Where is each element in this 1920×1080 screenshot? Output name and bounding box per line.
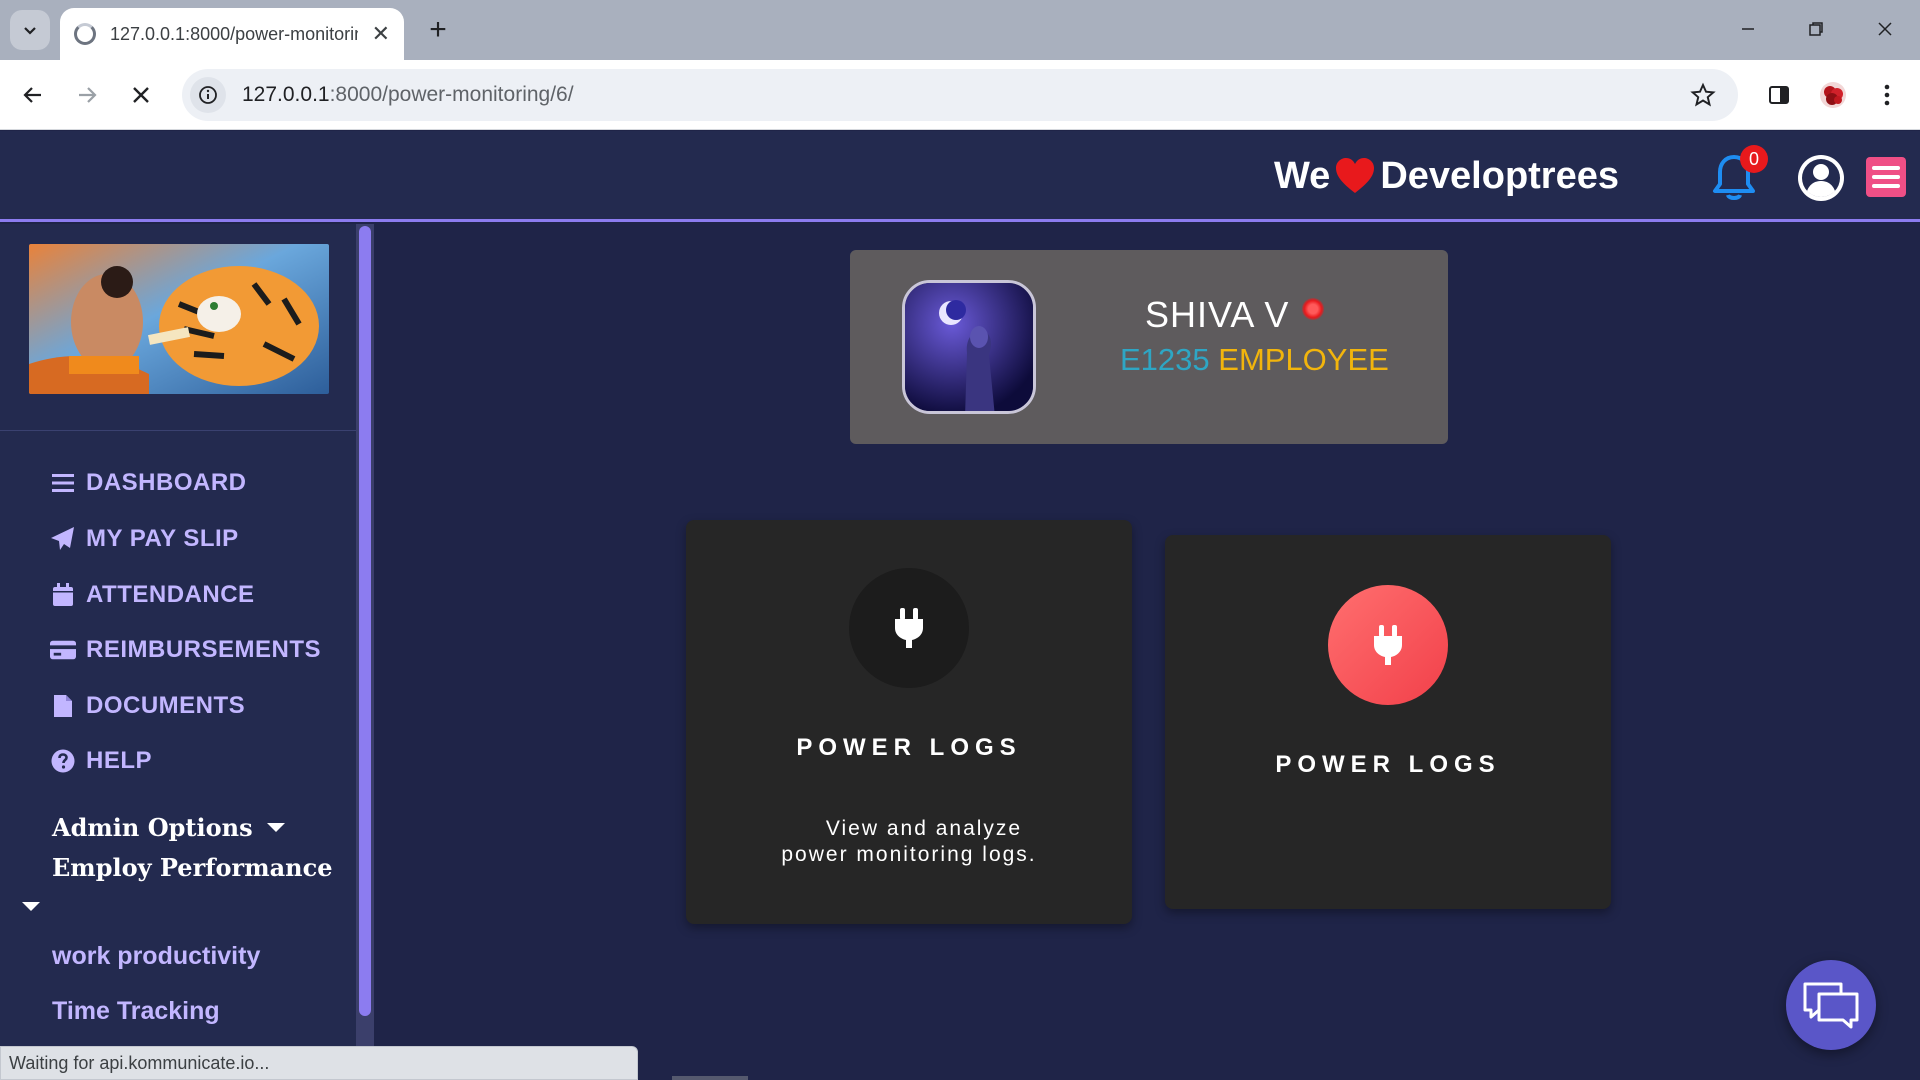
brand-right-text: Developtrees — [1380, 154, 1619, 197]
employee-avatar — [902, 280, 1036, 414]
credit-card-icon — [50, 637, 76, 663]
brand-left-text: We — [1274, 154, 1331, 197]
browser-tab[interactable]: 127.0.0.1:8000/power-monitoring/6/ ✕ — [60, 8, 404, 60]
employee-meta: E1235 EMPLOYEE — [1120, 342, 1389, 378]
card-description-line: View and analyze — [825, 817, 1023, 840]
employee-card: SHIVA V E1235 EMPLOYEE — [850, 250, 1448, 444]
card-description: View and analyze power monitoring logs. — [686, 816, 1132, 868]
employ-performance-label: Employ Performance — [52, 853, 333, 882]
time-tracking-link[interactable]: Time Tracking — [52, 997, 220, 1026]
site-info-icon[interactable] — [190, 77, 226, 113]
tab-close-icon[interactable]: ✕ — [372, 21, 390, 47]
status-indicator — [1302, 298, 1324, 320]
caret-down-icon — [266, 823, 285, 832]
bookmark-star-icon[interactable] — [1690, 82, 1716, 113]
sidebar-scrollbar-thumb[interactable] — [359, 226, 371, 1016]
loading-spinner-icon — [74, 23, 96, 45]
employee-id: E1235 — [1120, 342, 1210, 377]
sidebar-item-label: DASHBOARD — [86, 469, 247, 496]
url-path: :8000/power-monitoring/6/ — [329, 83, 574, 106]
notification-count-badge: 0 — [1740, 145, 1768, 173]
bars-icon — [50, 470, 76, 496]
menu-toggle-button[interactable] — [1866, 157, 1906, 197]
sidebar-profile-image — [29, 244, 329, 394]
employee-role: EMPLOYEE — [1218, 342, 1389, 377]
horizontal-scrollbar[interactable] — [672, 1076, 748, 1080]
sidebar-item-documents[interactable]: DOCUMENTS — [50, 686, 245, 726]
sidebar-item-dashboard[interactable]: DASHBOARD — [50, 463, 247, 503]
paper-plane-icon — [50, 526, 76, 552]
admin-options-toggle[interactable]: Admin Options — [52, 813, 285, 842]
power-logs-card[interactable]: POWER LOGS — [1165, 535, 1611, 909]
side-panel-icon[interactable] — [1762, 78, 1796, 112]
url-text: 127.0.0.1:8000/power-monitoring/6/ — [242, 83, 574, 107]
browser-status-bar: Waiting for api.kommunicate.io... — [0, 1046, 638, 1080]
admin-options-label: Admin Options — [52, 813, 253, 842]
sidebar-item-label: ATTENDANCE — [86, 581, 255, 608]
sidebar-item-my-pay-slip[interactable]: MY PAY SLIP — [50, 519, 239, 559]
minimize-icon[interactable] — [1733, 14, 1763, 44]
sidebar-item-reimbursements[interactable]: REIMBURSEMENTS — [50, 630, 321, 670]
sidebar-item-label: REIMBURSEMENTS — [86, 636, 322, 663]
sidebar-item-help[interactable]: HELP — [50, 741, 152, 781]
plug-icon — [1328, 585, 1448, 705]
arrow-right-icon — [79, 87, 97, 103]
power-logs-card[interactable]: POWER LOGS View and analyze power monito… — [686, 520, 1132, 924]
address-bar[interactable]: 127.0.0.1:8000/power-monitoring/6/ — [182, 69, 1738, 121]
forward-button[interactable] — [70, 78, 104, 112]
employee-name: SHIVA V — [1145, 294, 1290, 335]
browser-tab-bar: 127.0.0.1:8000/power-monitoring/6/ ✕ + — [0, 0, 1920, 60]
user-account-icon[interactable] — [1796, 153, 1846, 203]
heart-icon — [1334, 157, 1376, 195]
hamburger-line — [1872, 175, 1900, 179]
new-tab-button[interactable]: + — [420, 12, 456, 48]
hamburger-line — [1872, 184, 1900, 188]
employ-performance-toggle[interactable]: Employ Performance — [52, 853, 332, 882]
calendar-icon — [50, 582, 76, 608]
stop-loading-button[interactable] — [124, 78, 158, 112]
caret-down-icon[interactable] — [22, 902, 40, 911]
work-productivity-link[interactable]: work productivity — [52, 942, 260, 971]
close-icon — [133, 87, 149, 103]
tab-search-button[interactable] — [10, 10, 50, 50]
plug-icon — [849, 568, 969, 688]
arrow-left-icon — [23, 87, 41, 103]
chat-icon — [1803, 982, 1859, 1029]
card-description-line: power monitoring logs. — [781, 843, 1037, 866]
app-header: We Developtrees 0 — [0, 131, 1920, 222]
hamburger-line — [1872, 166, 1900, 170]
tab-title: 127.0.0.1:8000/power-monitoring/6/ — [110, 23, 358, 44]
sidebar-item-label: HELP — [86, 747, 153, 774]
url-host: 127.0.0.1 — [242, 83, 330, 106]
question-circle-icon — [50, 748, 76, 774]
browser-menu-icon[interactable] — [1870, 78, 1904, 112]
card-title: POWER LOGS — [1275, 751, 1501, 778]
extension-profile-icon[interactable] — [1816, 78, 1850, 112]
close-window-icon[interactable] — [1870, 14, 1900, 44]
chat-widget-button[interactable] — [1786, 960, 1876, 1050]
file-icon — [50, 693, 76, 719]
sidebar-item-label: DOCUMENTS — [86, 692, 246, 719]
sidebar-item-label: MY PAY SLIP — [86, 525, 239, 552]
chevron-down-icon — [24, 27, 36, 35]
sidebar-item-attendance[interactable]: ATTENDANCE — [50, 575, 255, 615]
browser-toolbar: 127.0.0.1:8000/power-monitoring/6/ — [0, 60, 1920, 130]
brand-title: We Developtrees — [1274, 151, 1619, 201]
back-button[interactable] — [16, 78, 50, 112]
restore-icon[interactable] — [1801, 14, 1831, 44]
sidebar-divider — [0, 430, 356, 431]
card-title: POWER LOGS — [796, 734, 1022, 761]
